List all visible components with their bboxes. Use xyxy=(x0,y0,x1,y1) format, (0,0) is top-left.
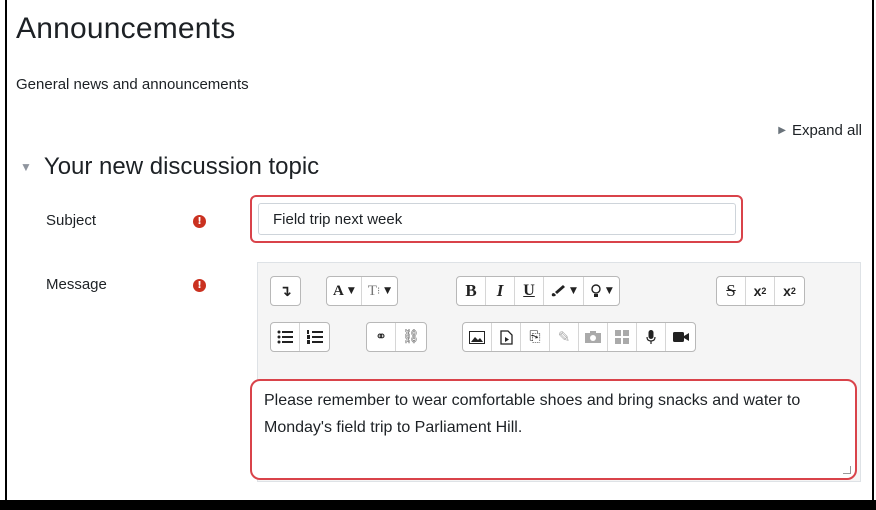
toolbar-group-media: ⎘ ✎ xyxy=(462,322,696,352)
microphone-icon[interactable] xyxy=(637,323,666,351)
toolbar-group-undo: ↴ xyxy=(270,276,301,306)
toolbar-group-font: A ▼ T ⁝ ▼ xyxy=(326,276,399,306)
caret-down-icon: ▼ xyxy=(20,160,32,174)
message-textarea[interactable]: Please remember to wear comfortable shoe… xyxy=(264,387,844,441)
subject-label: Subject xyxy=(46,212,97,229)
bottom-border xyxy=(0,500,876,510)
media-icon[interactable] xyxy=(492,323,521,351)
expand-all-link[interactable]: ▶ Expand all xyxy=(778,122,862,139)
expand-all-label: Expand all xyxy=(791,122,862,139)
bullet-list-icon[interactable] xyxy=(271,323,300,351)
image-icon[interactable] xyxy=(463,323,492,351)
required-icon: ! xyxy=(193,215,206,228)
subject-highlight xyxy=(250,195,743,243)
section-header[interactable]: ▼ Your new discussion topic xyxy=(20,153,319,181)
unlink-icon[interactable]: ⛓ xyxy=(396,323,426,351)
table-icon[interactable] xyxy=(608,323,637,351)
italic-icon[interactable]: I xyxy=(486,277,515,305)
subscript-icon[interactable]: x2 xyxy=(746,277,775,305)
message-label: Message xyxy=(46,276,107,293)
toolbar-group-script: S x2 x2 xyxy=(716,276,805,306)
toolbar-group-links: ⚭ ⛓ xyxy=(366,322,427,352)
strikethrough-icon[interactable]: S xyxy=(717,277,746,305)
superscript-icon[interactable]: x2 xyxy=(775,277,804,305)
manage-files-icon[interactable]: ⎘ xyxy=(521,323,550,351)
message-highlight: Please remember to wear comfortable shoe… xyxy=(250,379,857,480)
toolbar-group-lists xyxy=(270,322,330,352)
numbered-list-icon[interactable] xyxy=(300,323,329,351)
undo-arrow-icon[interactable]: ↴ xyxy=(271,277,300,305)
resize-handle[interactable] xyxy=(843,466,851,474)
required-icon: ! xyxy=(193,279,206,292)
right-border xyxy=(872,0,874,510)
caret-right-icon: ▶ xyxy=(778,125,786,136)
video-icon[interactable] xyxy=(666,323,695,351)
left-border xyxy=(5,0,7,510)
page-subtitle: General news and announcements xyxy=(16,76,249,93)
link-icon[interactable]: ⚭ xyxy=(367,323,396,351)
font-color-icon[interactable]: A ▼ xyxy=(327,277,362,305)
subject-input[interactable] xyxy=(258,203,736,235)
section-title: Your new discussion topic xyxy=(43,153,320,180)
camera-icon[interactable] xyxy=(579,323,608,351)
font-size-icon[interactable]: T ⁝ ▼ xyxy=(362,277,397,305)
pencil-icon[interactable]: ✎ xyxy=(550,323,579,351)
underline-icon[interactable]: U xyxy=(515,277,544,305)
paintbrush-icon[interactable]: ▼ xyxy=(544,277,584,305)
page-title: Announcements xyxy=(16,12,236,45)
bold-icon[interactable]: B xyxy=(457,277,486,305)
toolbar-group-style: B I U ▼ ▼ xyxy=(456,276,620,306)
lightbulb-icon[interactable]: ▼ xyxy=(584,277,619,305)
